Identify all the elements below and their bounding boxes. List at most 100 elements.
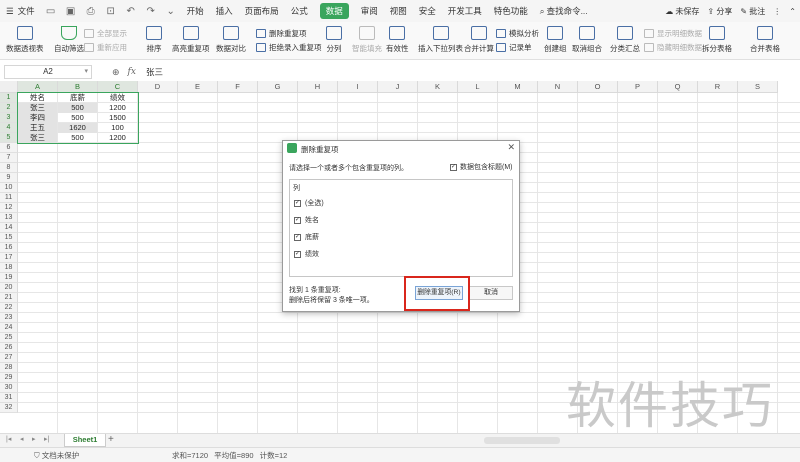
row-header[interactable]: 18 (0, 263, 18, 273)
row-header[interactable]: 16 (0, 243, 18, 253)
column-header[interactable]: G (258, 81, 298, 93)
tab-insert[interactable]: 插入 (210, 0, 239, 22)
row-header[interactable]: 11 (0, 193, 18, 203)
data-compare-button[interactable]: 数据对比 (216, 26, 246, 54)
tab-formulas[interactable]: 公式 (285, 0, 314, 22)
remove-duplicates-ribbon-button[interactable]: 删除重复项 (256, 28, 307, 39)
row-header[interactable]: 26 (0, 343, 18, 353)
column-header[interactable]: O (578, 81, 618, 93)
file-menu[interactable]: ☰ 文件 (0, 0, 41, 22)
comment-button[interactable]: ✎ 批注 (740, 6, 765, 17)
column-header[interactable]: P (618, 81, 658, 93)
column-header[interactable]: F (218, 81, 258, 93)
column-item-select-all[interactable]: ✓ (全选) (294, 198, 324, 208)
column-header[interactable]: J (378, 81, 418, 93)
row-header[interactable]: 25 (0, 333, 18, 343)
unsaved-status[interactable]: ☁ 未保存 (665, 6, 699, 17)
first-sheet-icon[interactable]: |◂ (6, 435, 11, 443)
undo-icon[interactable]: ↶ (124, 4, 138, 18)
column-header[interactable]: E (178, 81, 218, 93)
column-header[interactable]: Q (658, 81, 698, 93)
tab-home[interactable]: 开始 (181, 0, 210, 22)
zoom-icon[interactable]: ⊕ (112, 67, 120, 78)
column-header[interactable]: L (458, 81, 498, 93)
autofilter-button[interactable]: 自动筛选 (54, 26, 84, 54)
tab-features[interactable]: 特色功能 (488, 0, 534, 22)
tab-security[interactable]: 安全 (413, 0, 442, 22)
checkbox-checked-icon[interactable]: ✓ (294, 251, 301, 258)
what-if-button[interactable]: 模拟分析 (496, 28, 539, 39)
row-header[interactable]: 22 (0, 303, 18, 313)
row-header[interactable]: 32 (0, 403, 18, 413)
ungroup-button[interactable]: 取消组合 (572, 26, 602, 54)
prev-sheet-icon[interactable]: ◂ (20, 435, 24, 443)
row-header[interactable]: 8 (0, 163, 18, 173)
row-header[interactable]: 5 (0, 133, 18, 143)
row-header[interactable]: 2 (0, 103, 18, 113)
add-sheet-icon[interactable]: + (108, 434, 114, 445)
row-header[interactable]: 29 (0, 373, 18, 383)
record-form-button[interactable]: 记录单 (496, 42, 532, 53)
row-header[interactable]: 24 (0, 323, 18, 333)
row-header[interactable]: 4 (0, 123, 18, 133)
folder-icon[interactable]: ▭ (44, 4, 58, 18)
split-column-button[interactable]: 分列 (326, 26, 342, 54)
next-sheet-icon[interactable]: ▸ (32, 435, 36, 443)
fx-icon[interactable]: fx (128, 67, 136, 77)
checkbox-checked-icon[interactable]: ✓ (450, 164, 457, 171)
checkbox-checked-icon[interactable]: ✓ (294, 200, 301, 207)
tab-data[interactable]: 数据 (314, 0, 355, 22)
tab-page-layout[interactable]: 页面布局 (239, 0, 285, 22)
create-group-button[interactable]: 创建组 (544, 26, 567, 54)
column-header[interactable]: D (138, 81, 178, 93)
close-icon[interactable]: ✕ (507, 142, 515, 153)
row-header[interactable]: 14 (0, 223, 18, 233)
row-header[interactable]: 21 (0, 293, 18, 303)
collapse-ribbon-icon[interactable]: ⌃ (789, 7, 796, 16)
hide-detail-button[interactable]: 隐藏明细数据 (644, 42, 702, 53)
subtotal-button[interactable]: 分类汇总 (610, 26, 640, 54)
header-checkbox[interactable]: ✓ 数据包含标题(M) (450, 162, 513, 172)
row-header[interactable]: 20 (0, 283, 18, 293)
name-box[interactable]: A2 ▾ (4, 65, 92, 79)
row-header[interactable]: 9 (0, 173, 18, 183)
reject-duplicates-button[interactable]: 拒绝录入重复项 (256, 42, 322, 53)
column-header[interactable]: I (338, 81, 378, 93)
column-header[interactable]: H (298, 81, 338, 93)
checkbox-checked-icon[interactable]: ✓ (294, 234, 301, 241)
print-icon[interactable]: ⎙ (84, 4, 98, 18)
row-header[interactable]: 12 (0, 203, 18, 213)
reapply-button[interactable]: 重新应用 (84, 42, 127, 53)
row-header[interactable]: 6 (0, 143, 18, 153)
highlight-duplicates-button[interactable]: 高亮重复项 (172, 26, 210, 54)
preview-icon[interactable]: ⊡ (104, 4, 118, 18)
row-header[interactable]: 23 (0, 313, 18, 323)
merge-table-button[interactable]: 合并表格 (750, 26, 780, 54)
row-header[interactable]: 7 (0, 153, 18, 163)
row-header[interactable]: 30 (0, 383, 18, 393)
column-header[interactable]: K (418, 81, 458, 93)
row-header[interactable]: 28 (0, 363, 18, 373)
column-header[interactable]: R (698, 81, 738, 93)
row-header[interactable]: 10 (0, 183, 18, 193)
cancel-button[interactable]: 取消 (469, 286, 513, 300)
dialog-titlebar[interactable]: 删除重复项 ✕ (283, 141, 519, 155)
column-item-base-pay[interactable]: ✓ 底薪 (294, 232, 319, 242)
column-item-performance[interactable]: ✓ 绩效 (294, 249, 319, 259)
column-header[interactable]: M (498, 81, 538, 93)
row-header[interactable]: 19 (0, 273, 18, 283)
pivot-table-button[interactable]: 数据透视表 (6, 26, 44, 54)
sheet-tab-sheet1[interactable]: Sheet1 (64, 434, 106, 447)
column-item-name[interactable]: ✓ 姓名 (294, 215, 319, 225)
horizontal-scrollbar[interactable] (484, 437, 560, 444)
last-sheet-icon[interactable]: ▸| (44, 435, 49, 443)
row-header[interactable]: 31 (0, 393, 18, 403)
row-header[interactable]: 17 (0, 253, 18, 263)
share-button[interactable]: ⇪ 分享 (707, 6, 732, 17)
command-search[interactable]: ⌕ 查找命令... (534, 0, 594, 22)
chevron-down-icon[interactable]: ▾ (84, 66, 88, 78)
save-icon[interactable]: ▣ (64, 4, 78, 18)
tab-developer[interactable]: 开发工具 (442, 0, 488, 22)
row-header[interactable]: 1 (0, 93, 18, 103)
smart-fill-button[interactable]: 智能填充 (352, 26, 382, 54)
